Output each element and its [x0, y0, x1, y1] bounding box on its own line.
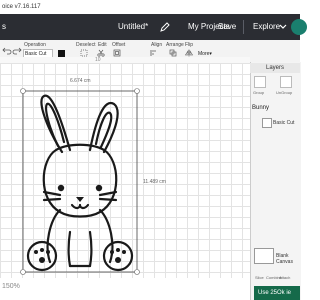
bunny-artwork [26, 94, 134, 272]
blank-canvas-label: Blank Canvas [276, 253, 293, 265]
selection-box [22, 90, 138, 273]
offset-label: Offset [112, 42, 126, 48]
ungroup-label: UnGroup [276, 90, 293, 95]
offset-icon[interactable] [113, 49, 121, 57]
save-button[interactable]: Save [218, 14, 236, 40]
upgrade-banner[interactable]: Use 25Ok ie [254, 286, 300, 300]
zoom-control[interactable]: 150% [2, 283, 38, 293]
edit-label: Edit [98, 42, 107, 48]
app-version-bar: oice v7.16.117 [0, 0, 300, 14]
flip-label: Flip [185, 42, 194, 48]
arrange-label: Arrange [166, 42, 184, 48]
align-icon[interactable] [150, 49, 158, 57]
ungroup-icon[interactable] [280, 76, 292, 88]
align-label: Align [151, 42, 163, 48]
app-version-text: oice v7.16.117 [2, 4, 41, 10]
layer-group-bunny[interactable]: Bunny [252, 105, 300, 115]
layer-label-basic-cut[interactable]: Basic Cut [273, 120, 294, 126]
operation-label: Operation [24, 42, 46, 48]
explore-menu[interactable]: Explore [253, 14, 280, 40]
tab-layers[interactable]: Layers [250, 63, 300, 73]
color-swatch[interactable] [58, 50, 65, 57]
bunny-selection[interactable] [18, 88, 142, 276]
layer-group-label: Bunny [252, 105, 270, 111]
scissors-icon[interactable] [97, 49, 105, 57]
layer-thumbnail [262, 118, 272, 128]
height-dimension: 11.489 cm [143, 179, 166, 185]
slice-button[interactable]: Slice [255, 275, 264, 280]
group-label: Group [253, 90, 265, 95]
header-divider [243, 20, 244, 34]
deselect-label: Deselect [76, 42, 96, 48]
blank-canvas-thumbnail[interactable] [254, 248, 274, 264]
selection-handles[interactable] [20, 88, 140, 275]
redo-icon[interactable] [12, 46, 22, 56]
top-header: s Untitled* My Projects Save Explore [0, 14, 307, 40]
upgrade-banner-text: Use 25Ok ie [258, 290, 292, 296]
attach-button[interactable]: Attach [279, 275, 290, 280]
deselect-icon[interactable] [80, 49, 88, 57]
undo-icon[interactable] [2, 46, 12, 56]
flip-icon[interactable] [185, 49, 193, 57]
group-icon[interactable] [254, 76, 266, 88]
arrange-icon[interactable] [169, 49, 177, 57]
header-left-text: s [2, 22, 6, 31]
chevron-down-icon[interactable] [279, 24, 287, 30]
zoom-level: 150% [2, 283, 20, 290]
project-title[interactable]: Untitled* [118, 14, 148, 40]
avatar[interactable] [291, 19, 307, 35]
pencil-icon[interactable] [160, 22, 170, 32]
width-dimension: 6.674 cm [70, 78, 91, 84]
